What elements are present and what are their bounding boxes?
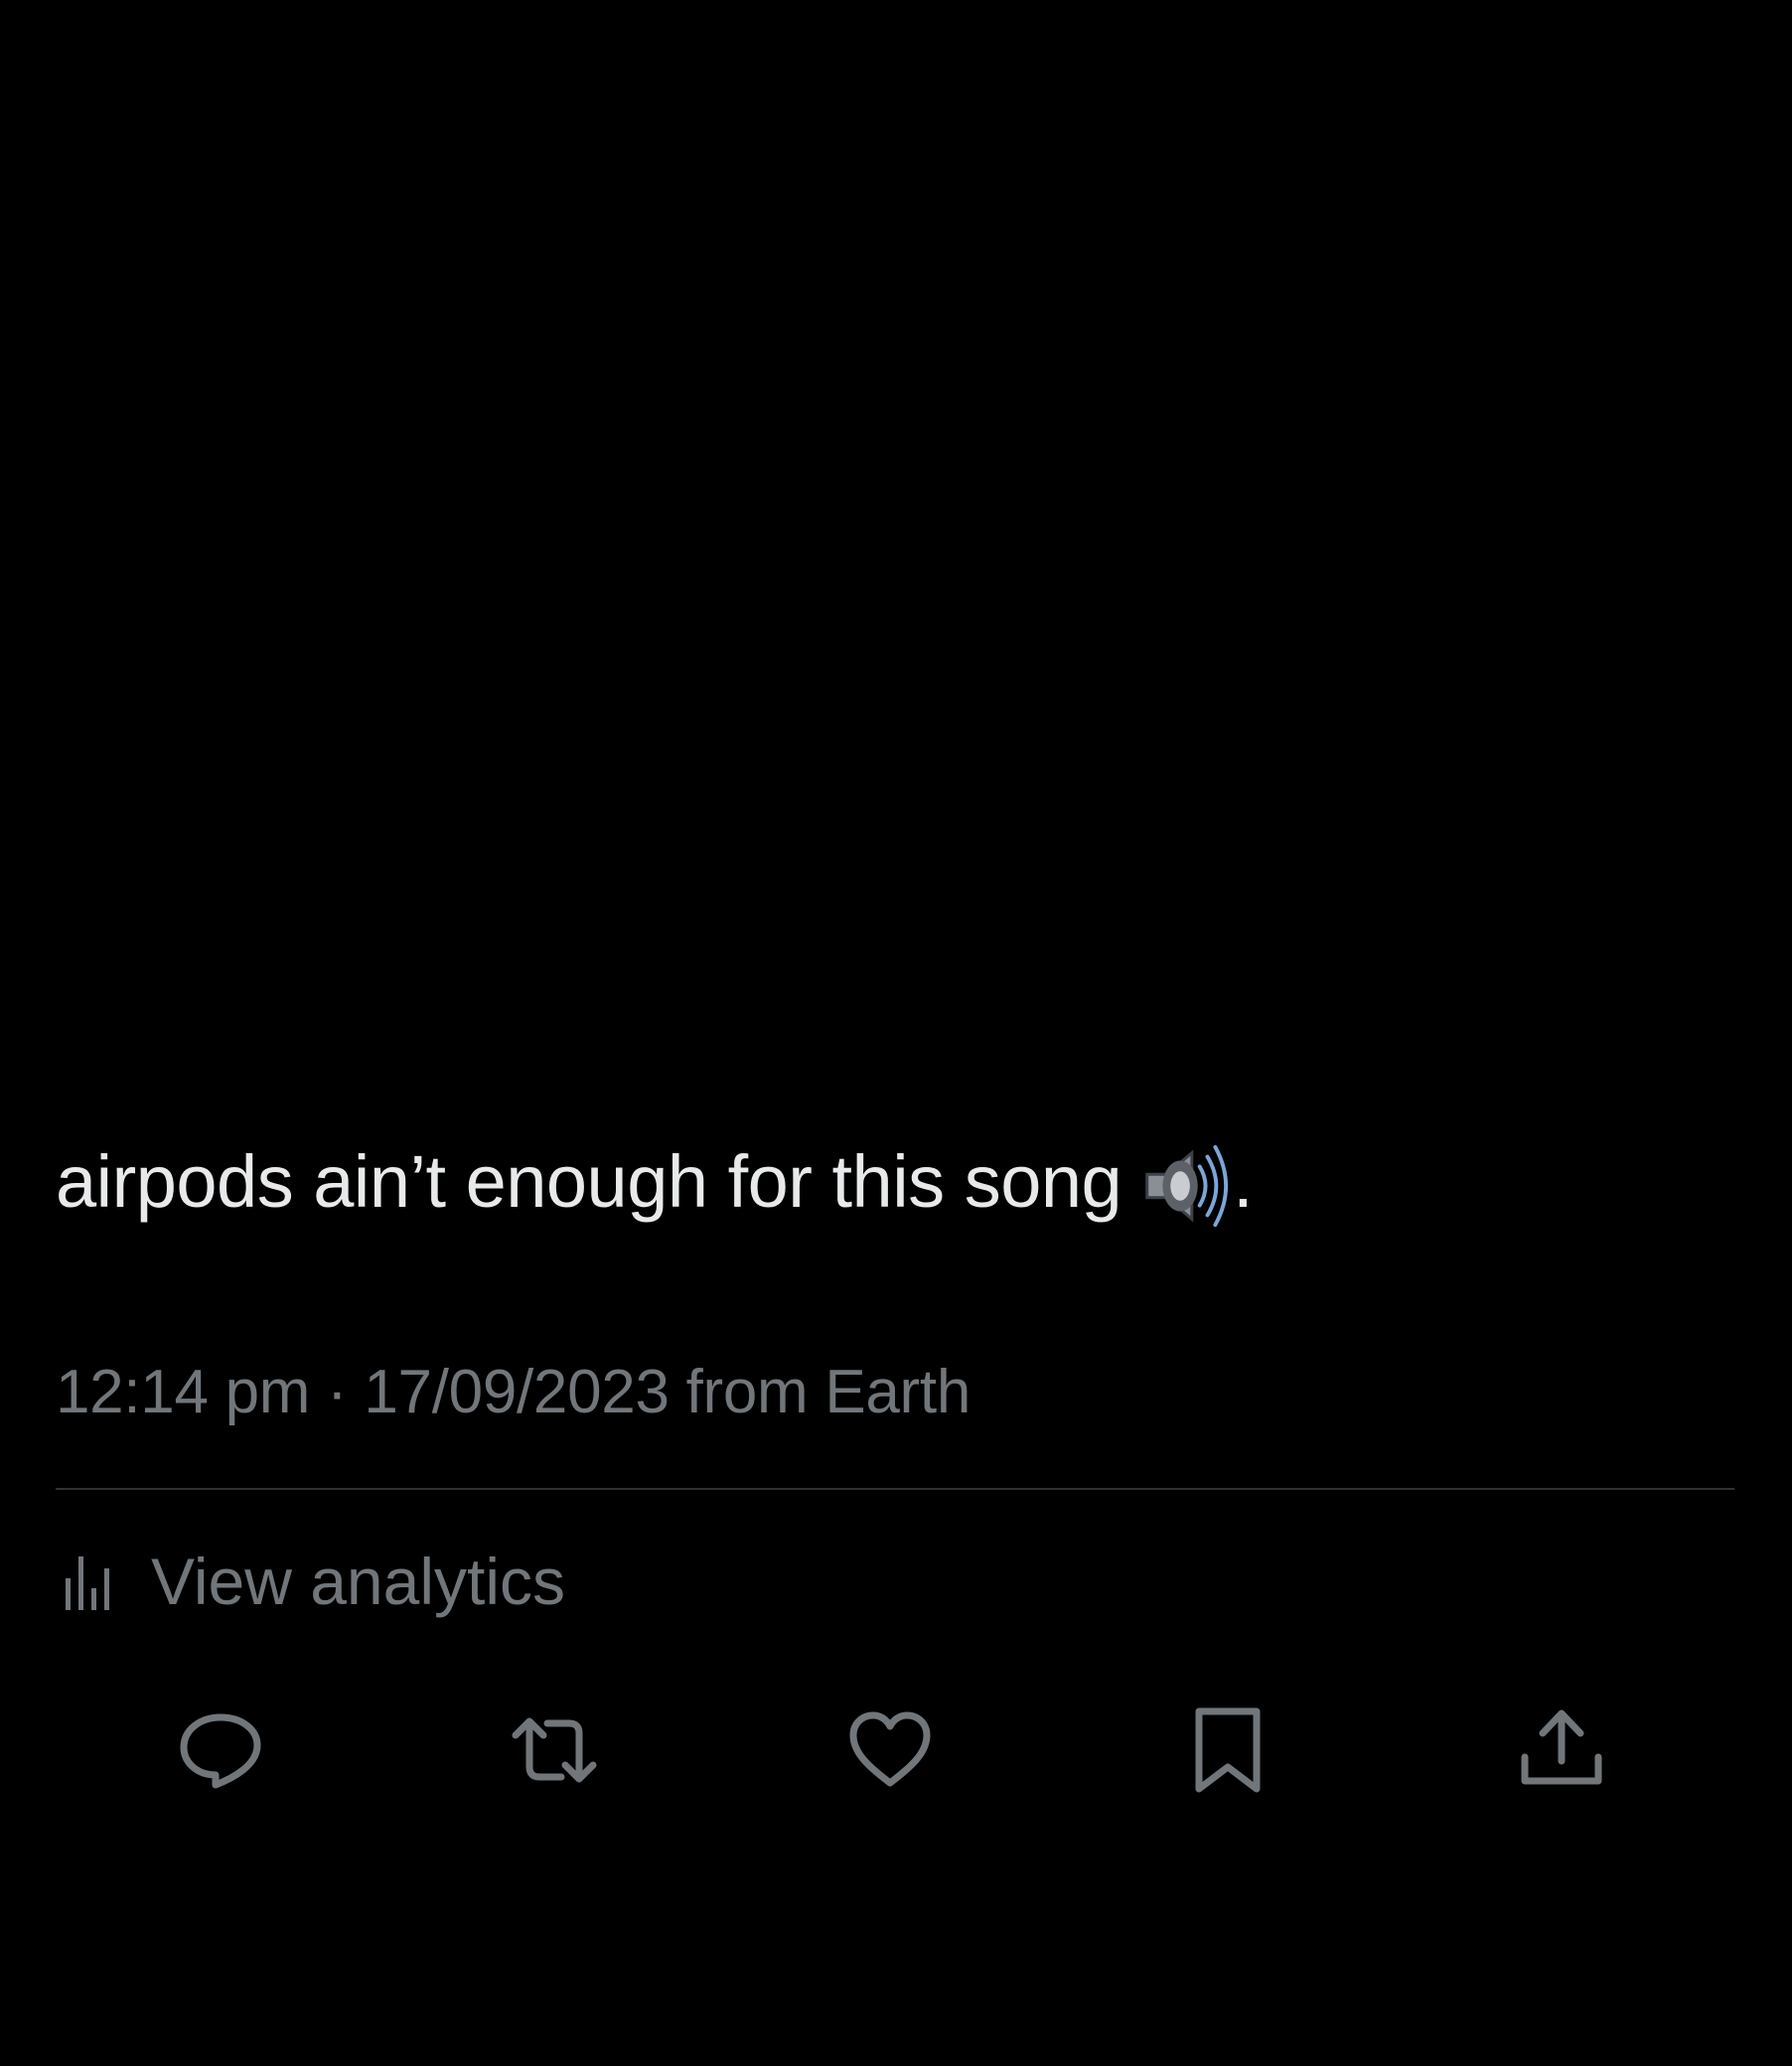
view-analytics-button[interactable]: View analytics (62, 1542, 565, 1621)
bookmark-button[interactable] (1178, 1700, 1277, 1800)
meta-separator: · (327, 1358, 348, 1426)
tweet-time[interactable]: 12:14 pm (56, 1358, 310, 1426)
bookmark-icon (1195, 1707, 1261, 1793)
tweet-date[interactable]: 17/09/2023 (364, 1358, 670, 1426)
like-button[interactable] (840, 1700, 940, 1800)
reply-button[interactable] (171, 1700, 270, 1800)
speaker-emoji-icon (1135, 1137, 1233, 1235)
tweet-text: airpods ain’t enough for this song . (56, 1132, 1254, 1235)
share-icon (1521, 1709, 1602, 1785)
divider (56, 1488, 1734, 1490)
repost-icon (512, 1717, 597, 1783)
tweet-trailing-punctuation: . (1233, 1140, 1254, 1223)
tweet-body: airpods ain’t enough for this song (56, 1140, 1122, 1223)
repost-button[interactable] (505, 1700, 604, 1800)
tweet-actions-bar (0, 1700, 1792, 1800)
view-analytics-label: View analytics (151, 1545, 565, 1618)
analytics-bars-icon (66, 1556, 109, 1610)
heart-icon (849, 1711, 931, 1787)
tweet-meta: 12:14 pm · 17/09/2023 from Earth (56, 1357, 971, 1428)
reply-icon (180, 1713, 261, 1789)
share-button[interactable] (1512, 1700, 1611, 1800)
tweet-source: from Earth (685, 1358, 971, 1426)
